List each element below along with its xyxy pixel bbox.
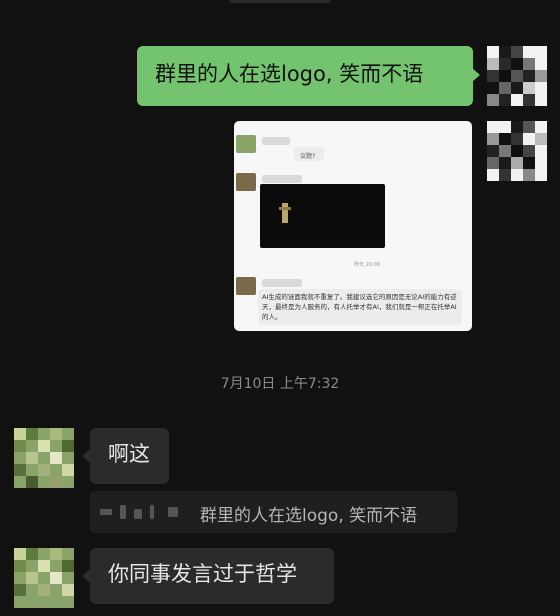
top-edge-mark	[230, 0, 330, 3]
outgoing-message-text: 群里的人在选logo, 笑而不语	[155, 62, 424, 86]
mini-time-label: 昨天 20:08	[354, 262, 380, 268]
avatar-contact[interactable]	[14, 428, 74, 488]
mini-message-text: AI生成的谜面我就不重复了。我建议选它的原因是无论AI的能力有逆天，最终是为人服…	[262, 293, 457, 321]
shared-screenshot-image[interactable]: 议题? 昨天 20:08 AI生成的谜面我就不重复了。我建议选它的原因是无论AI…	[234, 121, 472, 331]
outgoing-bubble-tail	[472, 68, 480, 82]
incoming-bubble-tail	[82, 449, 90, 463]
mini-question-text: 议题?	[300, 153, 316, 160]
mini-name-blur	[262, 175, 302, 183]
incoming-message-bubble[interactable]: 你同事发言过于哲学	[90, 548, 334, 604]
outgoing-message-bubble[interactable]: 群里的人在选logo, 笑而不语	[137, 46, 473, 106]
incoming-message-text: 啊这	[108, 442, 150, 466]
quote-sender-blur	[134, 509, 142, 519]
avatar-self[interactable]	[487, 46, 547, 106]
quote-sender-blur	[120, 505, 126, 519]
quote-text: 群里的人在选logo, 笑而不语	[200, 506, 418, 526]
message-timestamp: 7月10日 上午7:32	[220, 376, 340, 392]
mini-avatar	[236, 135, 256, 153]
incoming-bubble-tail	[82, 569, 90, 583]
figure-icon	[279, 203, 291, 223]
mini-avatar	[236, 173, 256, 191]
avatar-self[interactable]	[487, 121, 547, 181]
mini-avatar	[236, 277, 256, 295]
avatar-contact[interactable]	[14, 548, 74, 608]
quote-sender-blur	[168, 507, 178, 517]
quoted-message[interactable]: 群里的人在选logo, 笑而不语	[90, 491, 457, 533]
mini-name-blur	[262, 279, 302, 287]
incoming-message-text: 你同事发言过于哲学	[108, 562, 297, 586]
incoming-message-bubble[interactable]: 啊这	[90, 428, 169, 484]
quote-sender-blur	[150, 505, 154, 519]
quote-sender-blur	[100, 509, 112, 515]
mini-name-blur	[262, 137, 290, 145]
